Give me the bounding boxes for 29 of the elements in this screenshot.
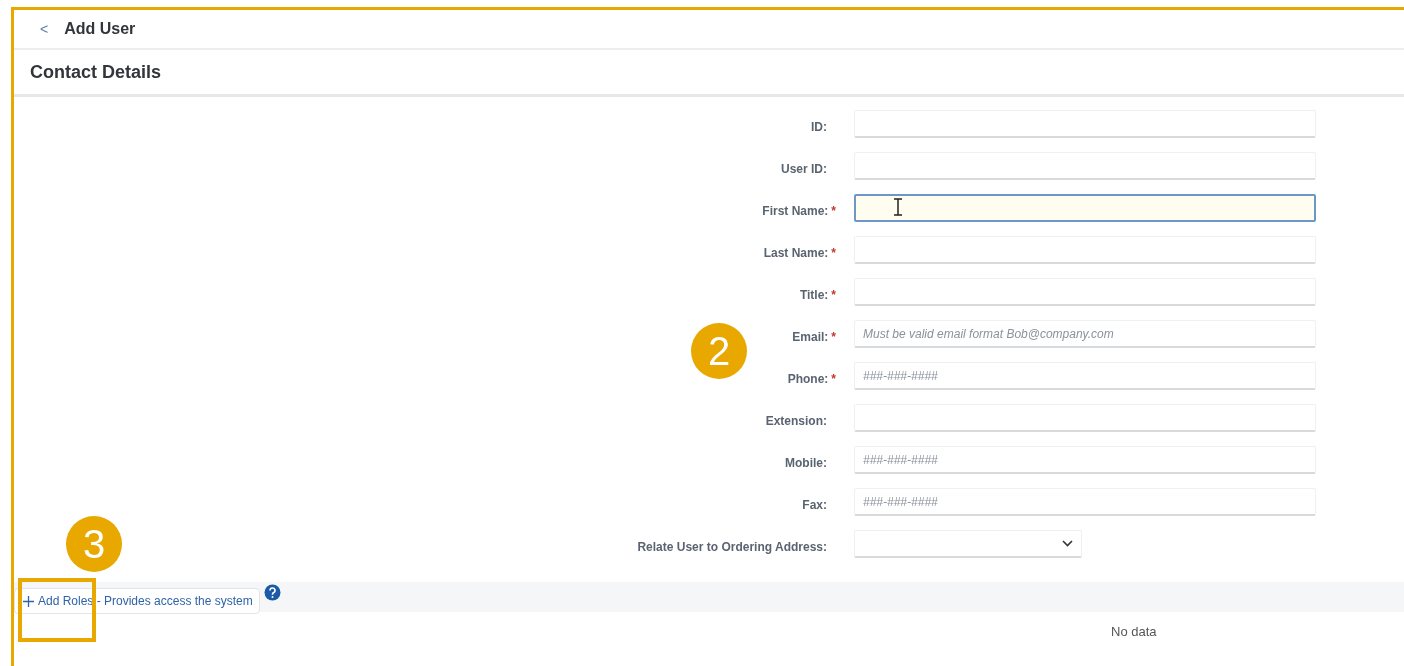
required-mark: * [831, 288, 836, 302]
add-roles-button[interactable]: Add Roles - Provides access the system [14, 588, 260, 614]
field-label: Relate User to Ordering Address: [637, 540, 827, 554]
field-label: Phone: [787, 372, 829, 386]
required-mark: * [831, 204, 836, 218]
field-label: User ID: [781, 162, 827, 176]
field-label: Email: [792, 330, 829, 344]
page-title: Add User [64, 19, 136, 39]
field-label: ID: [811, 120, 827, 134]
dropdown-field[interactable] [854, 530, 1082, 558]
plus-icon [23, 595, 34, 607]
field-label: Extension: [765, 414, 827, 428]
chevron-down-icon [1062, 540, 1073, 547]
help-icon[interactable] [263, 584, 281, 601]
step-badge: 3 [66, 516, 122, 572]
field-label: Title: [799, 288, 829, 302]
section-title: Contact Details [30, 60, 162, 84]
required-mark: * [831, 246, 836, 260]
step-badge: 2 [691, 323, 747, 379]
field-label: First Name: [762, 204, 829, 218]
text-cursor-icon [893, 198, 903, 216]
empty-message: No data [1111, 623, 1157, 641]
input-field[interactable] [854, 194, 1316, 222]
back-button[interactable]: < [40, 18, 49, 40]
field-label: Last Name: [763, 246, 829, 260]
field-label: Mobile: [785, 456, 827, 470]
required-mark: * [831, 372, 836, 386]
field-label: Fax: [802, 498, 827, 512]
required-mark: * [831, 330, 836, 344]
